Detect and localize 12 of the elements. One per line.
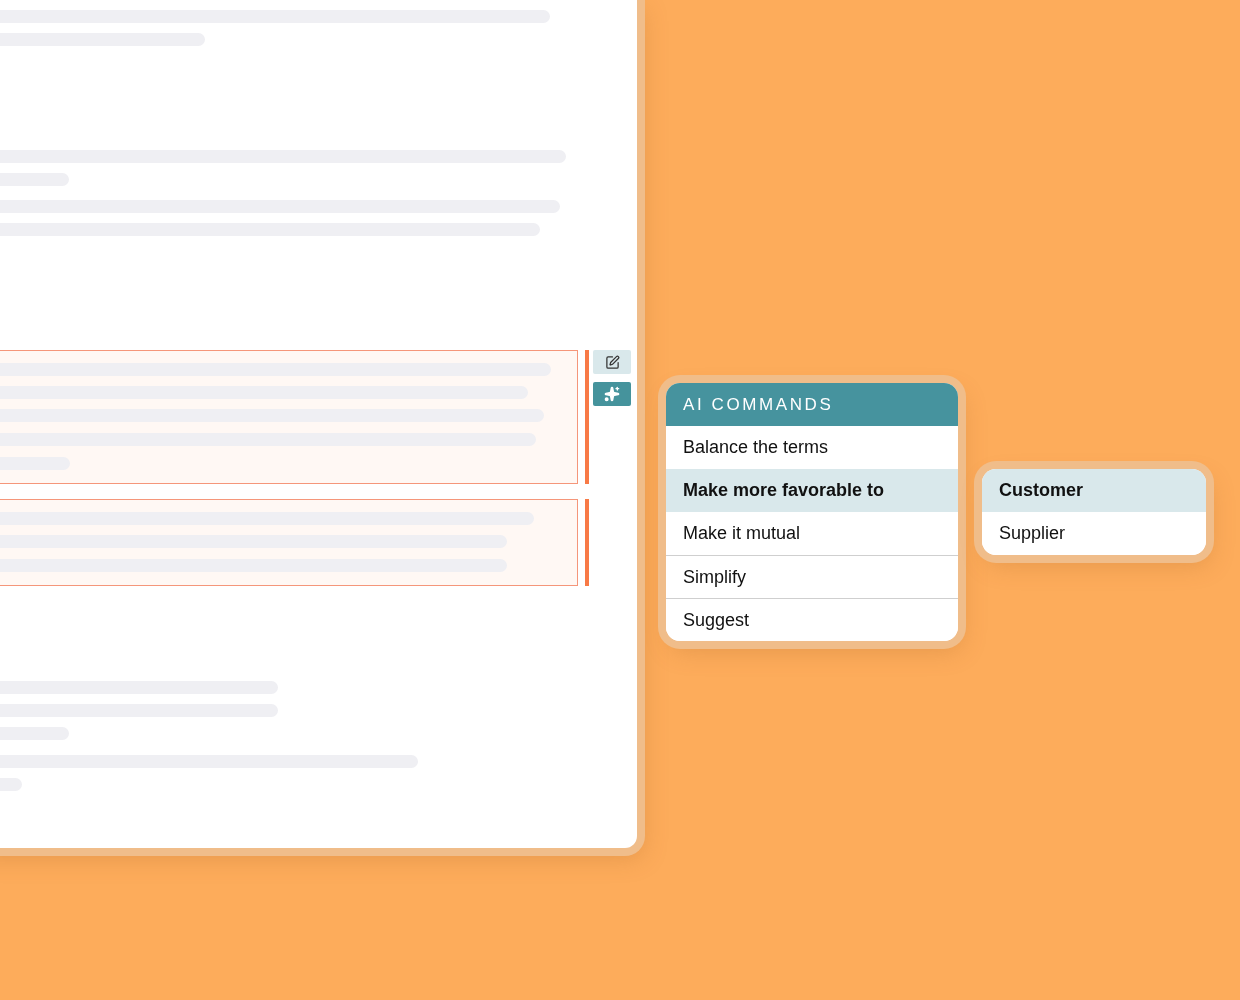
menu-item[interactable]: Make more favorable to	[666, 469, 958, 512]
menu-item[interactable]: Make it mutual	[666, 512, 958, 555]
menu-item[interactable]: Simplify	[666, 555, 958, 598]
submenu-item[interactable]: Customer	[982, 469, 1206, 512]
edit-button[interactable]	[593, 350, 631, 374]
edit-icon	[604, 354, 620, 370]
ai-button[interactable]	[593, 382, 631, 406]
sparkle-icon	[604, 386, 620, 402]
menu-item[interactable]: Balance the terms	[666, 426, 958, 469]
menu-item[interactable]: Suggest	[666, 598, 958, 641]
submenu-item[interactable]: Supplier	[982, 512, 1206, 555]
menu-title: AI COMMANDS	[666, 383, 958, 426]
